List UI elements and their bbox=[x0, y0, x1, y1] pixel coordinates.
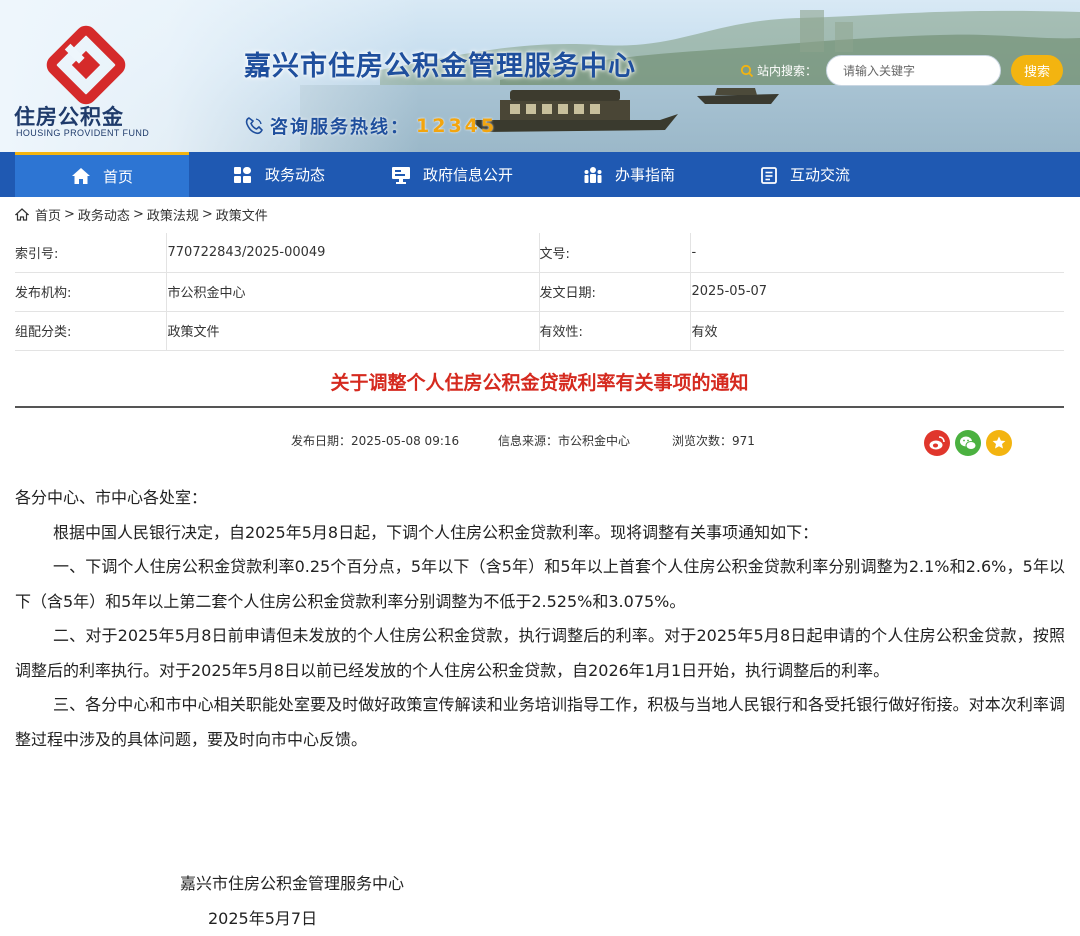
info-value: 市公积金中心 bbox=[166, 272, 540, 312]
share-weibo-button[interactable] bbox=[924, 430, 950, 456]
view-count: 浏览次数：971 bbox=[672, 434, 755, 448]
site-header: 住房公积金 HOUSING PROVIDENT FUND 嘉兴市住房公积金管理服… bbox=[0, 0, 1080, 152]
housing-fund-logo bbox=[46, 25, 126, 105]
article-title: 关于调整个人住房公积金贷款利率有关事项的通知 bbox=[330, 372, 749, 394]
paragraph: 三、各分中心和市中心相关职能处室要及时做好政策宣传解读和业务培训指导工作，积极与… bbox=[15, 695, 1065, 749]
wechat-icon bbox=[960, 436, 977, 450]
search-icon bbox=[740, 64, 754, 77]
breadcrumb-home[interactable]: 首页 bbox=[35, 205, 61, 224]
hotline-number: 12345 bbox=[416, 115, 498, 137]
search-label-text: 站内搜索： bbox=[757, 64, 818, 78]
document-icon bbox=[761, 166, 777, 184]
publish-date: 发布日期：2025-05-08 09:16 bbox=[291, 434, 460, 448]
weibo-icon bbox=[929, 436, 945, 450]
nav-item-home[interactable]: 首页 bbox=[15, 152, 189, 197]
nav-label: 互动交流 bbox=[790, 166, 851, 184]
nav-label: 办事指南 bbox=[615, 166, 676, 184]
salutation: 各分中心、市中心各处室： bbox=[15, 488, 208, 507]
info-key: 文号: bbox=[539, 233, 691, 273]
people-icon bbox=[584, 166, 602, 183]
nav-item-news[interactable]: 政务动态 bbox=[233, 152, 325, 197]
info-value: 有效 bbox=[690, 311, 1064, 351]
nav-item-guide[interactable]: 办事指南 bbox=[583, 152, 675, 197]
logo-english-text: HOUSING PROVIDENT FUND bbox=[16, 128, 150, 138]
small-boat-image bbox=[697, 88, 779, 104]
hotline: 咨询服务热线： 12345 bbox=[244, 113, 497, 139]
table-row: 组配分类: 政策文件 有效性: 有效 bbox=[15, 311, 1064, 351]
breadcrumb-news[interactable]: 政务动态 bbox=[78, 205, 130, 224]
search-button[interactable]: 搜索 bbox=[1011, 55, 1063, 86]
nav-label: 政务动态 bbox=[265, 166, 326, 184]
monitor-icon bbox=[392, 166, 410, 184]
document-info-table: 索引号: 770722843/2025-00049 文号: - 发布机构: 市公… bbox=[15, 233, 1064, 351]
info-key: 索引号: bbox=[15, 233, 167, 273]
signature-org: 嘉兴市住房公积金管理服务中心 bbox=[180, 874, 405, 893]
table-row: 索引号: 770722843/2025-00049 文号: - bbox=[15, 233, 1064, 273]
paragraph: 一、下调个人住房公积金贷款利率0.25个百分点，5年以下（含5年）和5年以上首套… bbox=[15, 557, 1065, 611]
share-favorite-button[interactable] bbox=[986, 430, 1012, 456]
info-key: 发文日期: bbox=[539, 272, 691, 312]
home-icon bbox=[15, 207, 29, 221]
hotline-label: 咨询服务热线： bbox=[270, 117, 410, 138]
info-value: 770722843/2025-00049 bbox=[166, 233, 540, 273]
main-nav: 首页 政务动态 政府信息公开 办事指南 互动交流 bbox=[0, 152, 1080, 197]
nav-label: 政府信息公开 bbox=[423, 166, 514, 184]
table-row: 发布机构: 市公积金中心 发文日期: 2025-05-07 bbox=[15, 272, 1064, 312]
breadcrumb-separator: > bbox=[132, 206, 144, 222]
phone-icon bbox=[245, 117, 263, 135]
info-value: - bbox=[690, 233, 1064, 273]
search-input[interactable] bbox=[826, 55, 1001, 86]
share-wechat-button[interactable] bbox=[955, 430, 981, 456]
nav-item-gov-info[interactable]: 政府信息公开 bbox=[391, 152, 513, 197]
info-source: 信息来源：市公积金中心 bbox=[498, 434, 631, 448]
breadcrumb-separator: > bbox=[64, 206, 75, 222]
nav-label: 首页 bbox=[102, 167, 133, 186]
article-body: 各分中心、市中心各处室： 根据中国人民银行决定，自2025年5月8日起，下调个人… bbox=[15, 481, 1065, 757]
search-label: 站内搜索： bbox=[740, 62, 817, 79]
breadcrumb-policy-docs[interactable]: 政策文件 bbox=[216, 205, 268, 224]
breadcrumb-policy-rules[interactable]: 政策法规 bbox=[147, 205, 199, 224]
info-value: 政策文件 bbox=[166, 311, 540, 351]
site-title: 嘉兴市住房公积金管理服务中心 bbox=[244, 51, 636, 82]
paragraph: 二、对于2025年5月8日前申请但未发放的个人住房公积金贷款，执行调整后的利率。… bbox=[15, 626, 1065, 680]
title-divider bbox=[15, 406, 1064, 408]
info-value: 2025-05-07 bbox=[690, 272, 1064, 312]
favorite-icon bbox=[992, 436, 1006, 449]
home-icon bbox=[71, 168, 90, 184]
info-key: 发布机构: bbox=[15, 272, 167, 312]
info-key: 组配分类: bbox=[15, 311, 167, 351]
article-meta: 发布日期：2025-05-08 09:16 信息来源：市公积金中心 浏览次数：9… bbox=[15, 430, 1064, 450]
paragraph: 根据中国人民银行决定，自2025年5月8日起，下调个人住房公积金贷款利率。现将调… bbox=[53, 522, 819, 542]
nav-item-interaction[interactable]: 互动交流 bbox=[760, 152, 850, 197]
breadcrumb-separator: > bbox=[201, 206, 213, 222]
grid-icon bbox=[234, 166, 251, 183]
signature-date: 2025年5月7日 bbox=[208, 909, 318, 928]
info-key: 有效性: bbox=[539, 311, 691, 351]
logo-chinese-text: 住房公积金 bbox=[14, 105, 124, 129]
breadcrumb: 首页 > 政务动态 > 政策法规 > 政策文件 bbox=[15, 204, 268, 224]
